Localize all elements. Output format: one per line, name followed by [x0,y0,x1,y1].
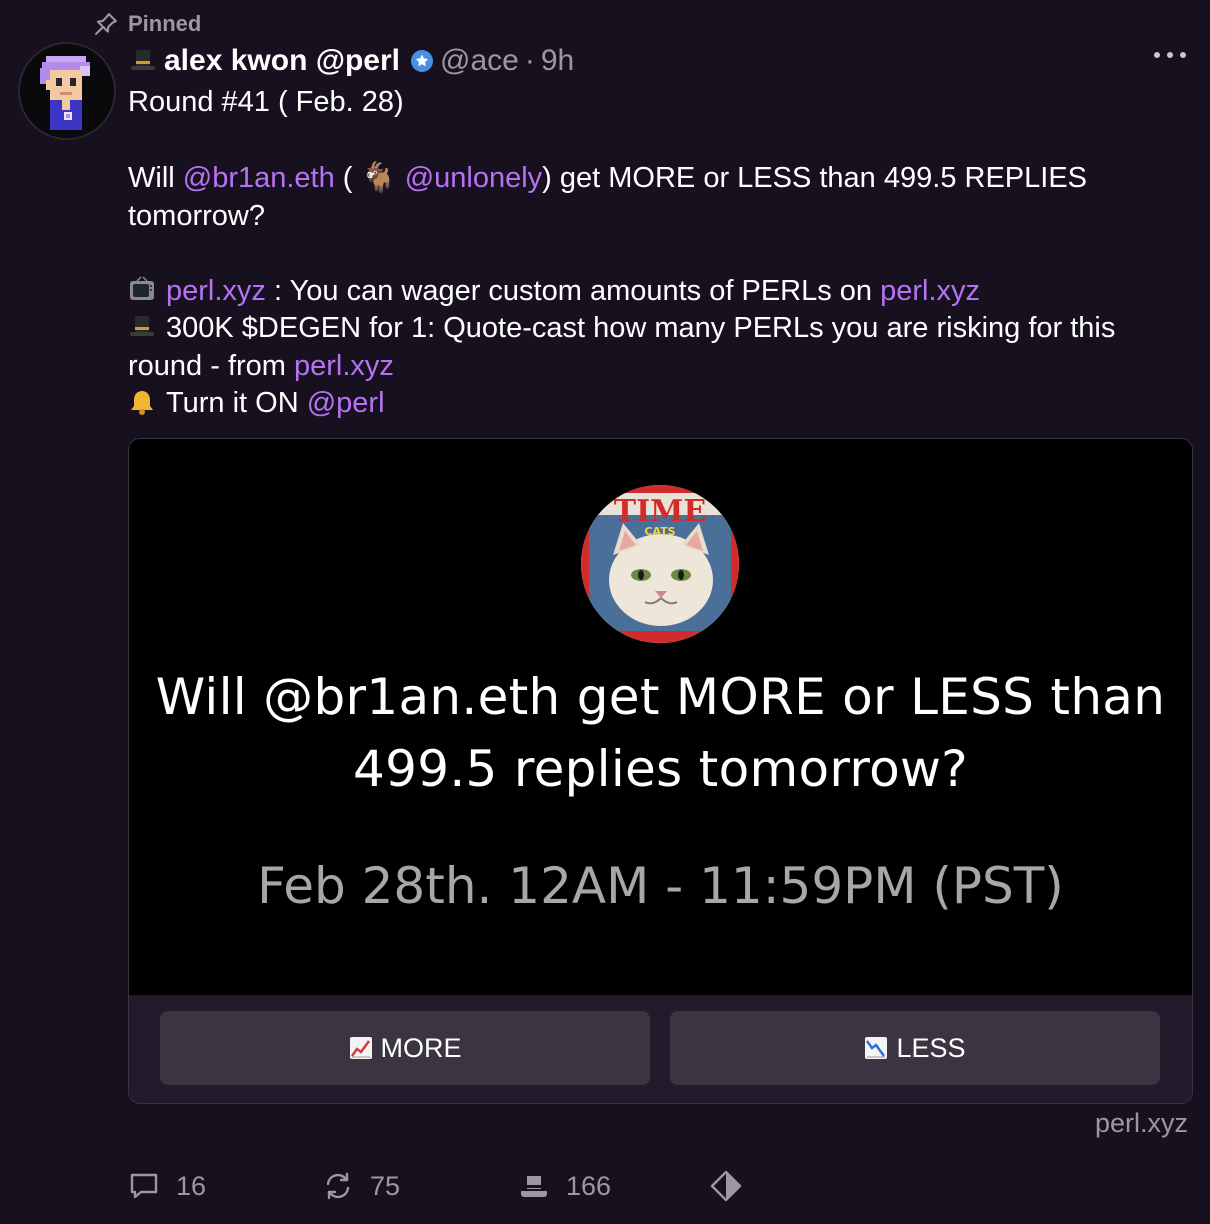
tv-text: : You can wager custom amounts of PERLs … [265,274,881,307]
reply-button[interactable]: 16 [128,1170,206,1202]
mention-perl[interactable]: @perl [307,387,385,419]
link-perl-xyz-2[interactable]: perl.xyz [880,275,980,307]
question-will: Will [128,162,183,194]
badge-cats-text: CATS [644,525,675,538]
top-hat-outline-icon [521,1176,547,1197]
cast-question: Will @br1an.eth ( 🐐 @unlonely) get MORE … [128,159,1196,235]
bell-line: Turn it ON @perl [128,385,1196,423]
degen-line: 300K $DEGEN for 1: Quote-cast how many P… [128,310,1196,385]
reply-count: 16 [176,1170,207,1201]
question-paren: ( [334,162,361,194]
avatar[interactable] [18,42,116,140]
frame-title: Will @br1an.eth get MORE or LESS than 49… [155,668,1166,798]
tv-line: perl.xyz : You can wager custom amounts … [128,273,1196,311]
link-perl-xyz-3[interactable]: perl.xyz [294,350,394,382]
separator-dot: · [524,44,535,77]
bell-text: Turn it ON [166,387,307,419]
more-dot-icon [1180,52,1186,58]
link-perl-xyz-1[interactable]: perl.xyz [166,275,266,307]
tip-button[interactable]: 166 [518,1170,611,1202]
chart-increasing-icon [349,1037,372,1059]
author-line: alex kwon @perl @ace · 9h [130,44,574,78]
author-display-name[interactable]: alex kwon @perl [164,44,400,78]
more-button[interactable]: MORE [160,1011,650,1085]
mention-unlonely[interactable]: @unlonely [405,162,542,194]
frame-embed: TIME CATS Will @br1an.eth get MORE or LE… [128,438,1193,1104]
top-hat-icon [130,316,154,336]
top-hat-icon [131,50,155,70]
badge-time-text: TIME [614,494,706,529]
pinned-indicator: Pinned [92,10,201,38]
diamond-icon [710,1170,742,1202]
more-options-button[interactable] [1154,52,1186,58]
more-button-label: MORE [380,1032,462,1063]
time-cats-badge: TIME CATS [581,485,739,643]
less-button-label: LESS [896,1032,966,1063]
verified-badge-icon [411,50,434,72]
chart-decreasing-icon [865,1037,888,1059]
recast-count: 75 [370,1170,401,1201]
author-handle[interactable]: @ace [440,44,519,78]
frame-subtitle: Feb 28th. 12AM - 11:59PM (PST) [257,857,1064,915]
cast-body: Round #41 ( Feb. 28) Will @br1an.eth ( 🐐… [128,84,1196,423]
cast-round-line: Round #41 ( Feb. 28) [128,86,404,118]
comment-icon [130,1173,158,1199]
frame-domain-link[interactable]: perl.xyz [1095,1108,1188,1139]
pin-icon [95,13,117,35]
cast-card[interactable]: Pinned alex kwon @perl @ace · 9h Round #… [0,0,1210,1224]
pinned-label: Pinned [128,11,202,36]
share-button[interactable] [710,1170,742,1202]
mention-br1an[interactable]: @br1an.eth [183,162,335,194]
frame-image[interactable]: TIME CATS Will @br1an.eth get MORE or LE… [129,439,1192,995]
more-dot-icon [1154,52,1160,58]
frame-button-bar: MORE LESS [129,995,1192,1103]
television-icon [130,275,154,300]
bell-icon [131,391,153,415]
action-bar: 16 75 166 [128,1170,828,1210]
more-dot-icon [1167,52,1173,58]
goat-icon: 🐐 [360,160,397,194]
recast-button[interactable]: 75 [322,1170,400,1202]
recast-icon [326,1172,350,1200]
tip-count: 166 [566,1170,612,1201]
less-button[interactable]: LESS [670,1011,1160,1085]
degen-text: 300K $DEGEN for 1: Quote-cast how many P… [128,312,1116,382]
cast-timestamp[interactable]: 9h [541,44,574,78]
